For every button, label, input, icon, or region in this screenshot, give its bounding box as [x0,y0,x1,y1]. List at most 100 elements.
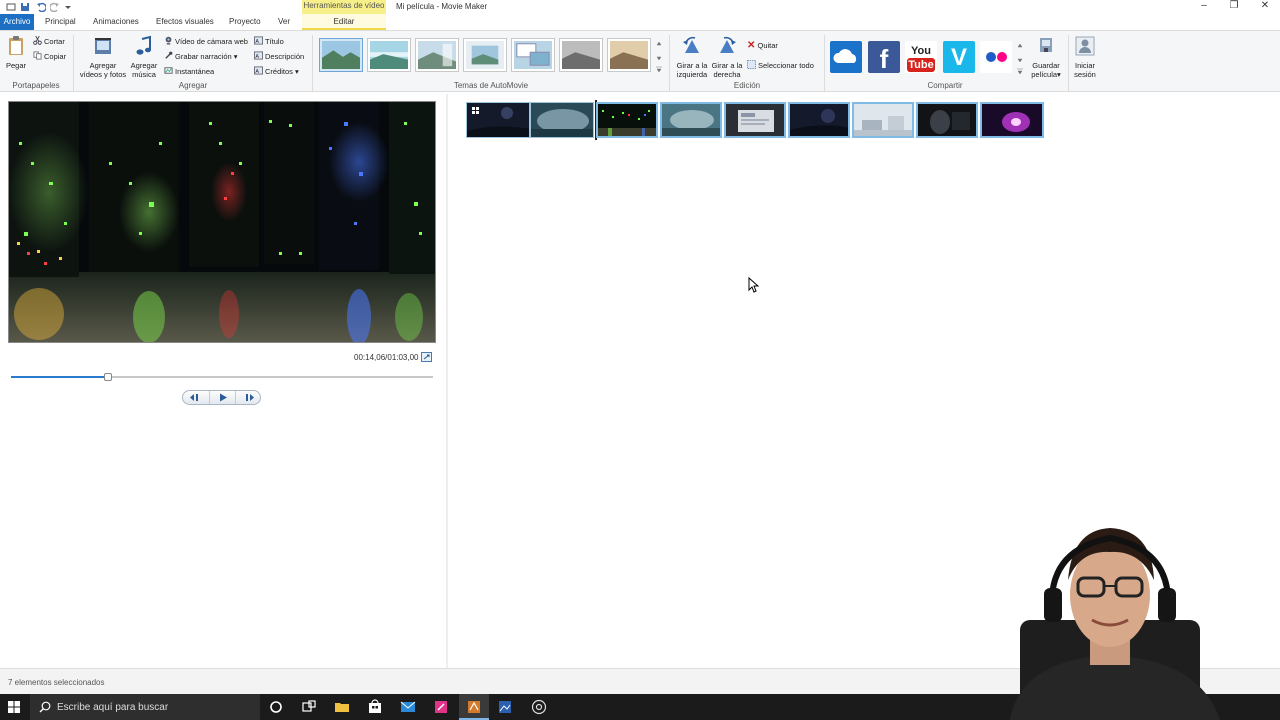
paste-label: Pegar [5,61,26,70]
credits-button[interactable]: A Créditos ▾ [254,66,299,77]
save-movie-button[interactable]: Guardar película▾ [1026,35,1066,79]
redo-icon[interactable] [50,2,60,12]
storyboard-clip-selected[interactable] [724,102,786,138]
add-music-button[interactable]: Agregar música [129,35,159,79]
theme-thumbnail[interactable] [367,38,411,72]
sign-in-label-1: Iniciar [1074,61,1095,70]
restore-button[interactable]: ❐ [1220,0,1248,14]
next-frame-button[interactable] [235,391,261,404]
cut-label: Cortar [44,37,65,46]
youtube-icon[interactable]: You Tube [905,41,937,73]
close-button[interactable]: ✕ [1251,0,1279,14]
cortana-icon[interactable] [267,698,285,716]
time-readout: 00:14,06/01:03,00 [354,353,419,362]
presenter-webcam-image [1010,528,1220,720]
chrome-like-icon[interactable] [530,698,548,716]
title-button[interactable]: A Título [254,36,284,47]
snapshot-icon [164,67,173,74]
theme-thumbnail[interactable] [463,38,507,72]
group-label-edicion: Edición [733,81,761,90]
chevron-down-icon: ▾ [231,52,238,61]
storyboard-clip-selected[interactable] [980,102,1044,138]
tab-ver[interactable]: Ver [278,14,290,30]
copy-icon [33,51,42,60]
facebook-icon[interactable]: f [868,41,900,74]
group-label-portapapeles: Portapapeles [12,81,60,90]
webcam-overlay [960,510,1280,720]
storyboard-clip-selected[interactable] [916,102,978,138]
seek-bar[interactable] [11,373,433,381]
store-icon[interactable] [366,698,384,716]
add-videos-photos-button[interactable]: Agregar vídeos y fotos [77,35,129,79]
storyboard-clip-selected[interactable] [596,102,658,138]
storyboard-clip-selected[interactable] [852,102,914,138]
tab-proyecto[interactable]: Proyecto [229,14,261,30]
storyboard-clip-selected[interactable] [660,102,722,138]
mail-icon[interactable] [399,698,417,716]
dropdown-icon[interactable] [63,2,73,12]
storyboard-clip[interactable] [530,102,594,138]
taskbar-search[interactable]: Escribe aquí para buscar [30,694,260,720]
task-view-icon[interactable] [300,698,318,716]
previous-frame-button[interactable] [183,391,209,404]
video-preview[interactable] [8,101,436,343]
webcam-video-button[interactable]: Vídeo de cámara web [164,36,248,47]
tab-efectos-visuales[interactable]: Efectos visuales [156,14,214,30]
cut-button[interactable]: Cortar [33,36,65,47]
user-account-icon [1075,36,1095,56]
paste-button[interactable]: Pegar [4,35,28,70]
webcam-icon [165,36,172,45]
share-scroll-icon[interactable] [1016,41,1024,75]
rotate-left-label-1: Girar a la [676,61,708,70]
save-icon[interactable] [20,2,30,12]
select-all-icon [747,60,756,69]
tab-principal[interactable]: Principal [45,14,76,30]
pane-splitter[interactable] [446,94,448,668]
minimize-button[interactable]: – [1190,0,1218,14]
copy-button[interactable]: Copiar [33,51,66,62]
rotate-left-button[interactable]: Girar a la izquierda [674,35,710,79]
group-label-agregar: Agregar [178,81,208,90]
movie-maker-window: Herramientas de vídeo Mi película - Movi… [0,0,1280,720]
tab-editar[interactable]: Editar [302,14,386,30]
vimeo-icon[interactable]: V [943,41,975,73]
theme-thumbnail[interactable] [415,38,459,72]
chevron-down-icon: ▾ [1057,70,1061,79]
photos-app-icon[interactable] [496,698,514,716]
menu-icon[interactable] [6,2,16,12]
taskbar-active-app[interactable] [459,694,489,720]
app-icon-pink[interactable] [432,698,450,716]
remove-button[interactable]: ✕ Quitar [747,41,778,51]
theme-thumbnail[interactable] [511,38,555,72]
clipboard-icon [9,36,23,55]
theme-thumbnail[interactable] [319,38,363,72]
tab-animaciones[interactable]: Animaciones [93,14,139,30]
credits-label: Créditos [265,67,293,76]
remove-x-icon: ✕ [747,40,756,51]
snapshot-button[interactable]: Instantánea [164,66,214,77]
file-explorer-icon[interactable] [333,698,351,716]
fullscreen-icon[interactable] [421,352,432,362]
sign-in-button[interactable]: Iniciar sesión [1068,35,1102,79]
undo-icon[interactable] [36,2,46,12]
mouse-cursor [748,277,760,293]
tab-archivo[interactable]: Archivo [0,14,34,30]
storyboard-clip[interactable] [466,102,530,138]
rotate-right-label-2: derecha [713,70,741,79]
gallery-scroll-icon[interactable] [654,39,664,73]
onedrive-icon[interactable] [830,41,862,73]
play-button[interactable] [209,391,235,404]
select-all-button[interactable]: Seleccionar todo [747,60,814,71]
add-videos-label-2: vídeos y fotos [79,70,127,79]
caption-button[interactable]: A Descripción [254,51,304,62]
theme-thumbnail[interactable] [559,38,603,72]
svg-text:A: A [255,69,259,75]
seek-bar-thumb[interactable] [104,373,113,381]
record-narration-button[interactable]: Grabar narración ▾ [164,51,238,62]
windows-start-icon[interactable] [8,701,20,713]
add-videos-label-1: Agregar [89,61,117,70]
flickr-icon[interactable] [980,41,1012,73]
theme-thumbnail[interactable] [607,38,651,72]
rotate-right-button[interactable]: Girar a la derecha [710,35,744,79]
storyboard-clip-selected[interactable] [788,102,850,138]
